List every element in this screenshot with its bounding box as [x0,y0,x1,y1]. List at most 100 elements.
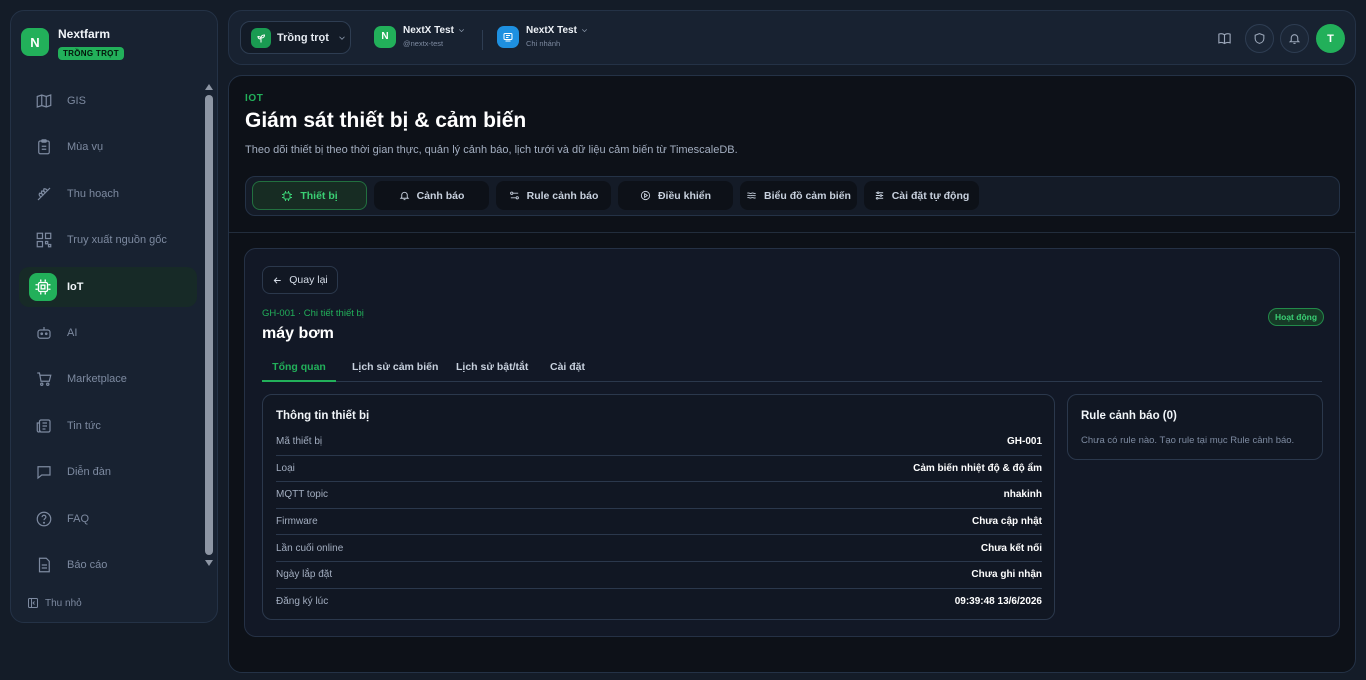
sidebar-item-tin-tuc[interactable]: Tin tức [19,406,197,446]
org-avatar: N [374,25,396,48]
cart-icon [37,372,52,387]
tab-cai-dat-tu-dong[interactable]: Cài đặt tự động [864,181,979,210]
sidebar-item-label: Mùa vụ [67,141,104,154]
qr-code-icon [36,232,52,248]
info-value: Chưa ghi nhận [971,569,1042,581]
topbar: Trồng trọt N NextX Test @nextx-test Next… [228,10,1356,65]
sidebar-item-label: Marketplace [67,373,127,386]
page-eyebrow: IOT [245,93,264,104]
scroll-thumb[interactable] [205,95,213,555]
info-label: Loại [276,462,295,474]
chip-icon [282,190,293,201]
book-icon [1218,33,1231,45]
user-avatar[interactable]: T [1316,24,1345,53]
info-row: Firmware Chưa cập nhật [276,509,1042,536]
page-description: Theo dõi thiết bị theo thời gian thực, q… [245,144,738,156]
tab-label: Cảnh báo [416,189,465,202]
info-label: Ngày lắp đặt [276,569,333,581]
info-value: Chưa kết nối [980,542,1042,554]
crop-type-label: Trồng trọt [277,31,329,44]
map-icon [36,94,52,108]
sidebar-item-label: Tin tức [67,419,101,432]
device-sub-tabs: Tổng quan Lịch sử cảm biến Lịch sử bật/t… [262,353,1322,382]
play-circle-icon [640,190,651,201]
subtab-cai-dat[interactable]: Cài đặt [550,361,585,382]
sidebar-item-thu-hoach[interactable]: Thu hoạch [19,174,197,214]
sidebar-nav: GIS Mùa vụ Thu hoạch Truy xuất nguồn gốc… [19,81,197,591]
tab-dieu-khien[interactable]: Điều khiển [618,181,733,210]
bell-icon [1288,34,1301,44]
sidebar-item-marketplace[interactable]: Marketplace [19,359,197,399]
scroll-up-arrow[interactable] [204,83,214,91]
card-title: Rule cảnh báo (0) [1081,410,1177,422]
wheat-icon [37,187,51,201]
empty-state-text: Chưa có rule nào. Tạo rule tại mục Rule … [1081,435,1295,446]
tab-label: Điều khiển [657,189,712,202]
branch-switcher[interactable]: NextX Test Chi nhánh [497,25,589,48]
sidebar-item-dien-dan[interactable]: Diễn đàn [19,452,197,492]
tab-label: Cài đặt tự động [891,189,970,202]
collapse-label: Thu nhỏ [45,597,82,609]
org-switcher[interactable]: N NextX Test @nextx-test [374,25,466,48]
status-badge: Hoạt động [1268,308,1325,326]
sidebar-item-ai[interactable]: AI [19,313,197,353]
info-value: Chưa cập nhật [971,516,1042,528]
collapse-sidebar-button[interactable]: Thu nhỏ [27,597,82,609]
rule-icon [509,191,519,200]
sidebar-item-faq[interactable]: FAQ [19,499,197,539]
brand-name: Nextfarm [58,27,111,41]
sidebar-item-label: Thu hoạch [67,187,119,200]
info-label: Đăng ký lúc [276,596,329,608]
org-handle: @nextx-test [403,39,444,48]
info-value: nhakinh [1003,489,1042,501]
sidebar-item-label: AI [67,326,78,339]
sidebar-item-label: IoT [67,280,84,293]
sidebar-item-gis[interactable]: GIS [19,81,197,121]
chevron-down-icon [581,29,587,33]
shield-icon [1254,33,1265,44]
tab-label: Rule cảnh báo [526,189,599,202]
sidebar-item-label: Truy xuất nguồn gốc [67,234,167,247]
tab-canh-bao[interactable]: Cảnh báo [374,181,489,210]
docs-button[interactable] [1210,24,1239,53]
branch-icon [503,32,513,41]
brand[interactable]: N Nextfarm TRỒNG TRỌT [21,27,124,61]
crop-type-select[interactable]: Trồng trọt [240,21,351,54]
brand-logo: N [21,28,49,56]
subtab-lich-su-cam-bien[interactable]: Lịch sử cảm biến [352,361,438,382]
tab-label: Biểu đồ cảm biến [764,189,851,202]
sidebar-item-truy-xuat[interactable]: Truy xuất nguồn gốc [19,220,197,260]
divider [482,30,483,50]
info-label: MQTT topic [276,489,329,501]
info-row: MQTT topic nhakinh [276,482,1042,509]
sidebar-item-mua-vu[interactable]: Mùa vụ [19,127,197,167]
sidebar-item-bao-cao[interactable]: Báo cáo [19,545,197,585]
sidebar-collapse-icon [28,598,38,608]
tab-thiet-bi[interactable]: Thiết bị [252,181,367,210]
brand-badge: TRỒNG TRỌT [58,47,124,60]
subtab-tong-quan[interactable]: Tổng quan [262,361,336,382]
notifications-button[interactable] [1280,24,1309,53]
tab-bieu-do[interactable]: Biểu đồ cảm biến [740,181,857,210]
chevron-down-icon [339,35,345,40]
sliders-icon [875,191,883,200]
chevron-down-icon [458,29,464,33]
info-label: Mã thiết bị [276,436,323,448]
sidebar-scrollbar[interactable] [204,83,214,591]
sidebar-item-iot[interactable]: IoT [19,266,197,307]
device-detail: Quay lại GH-001 · Chi tiết thiết bị máy … [244,248,1340,637]
divider [229,232,1355,233]
device-info-card: Thông tin thiết bị Mã thiết bị GH-001 Loạ… [262,394,1055,620]
scroll-down-arrow[interactable] [204,559,214,567]
alert-rules-card: Rule cảnh báo (0) Chưa có rule nào. Tạo … [1067,394,1323,460]
sidebar-item-label: GIS [67,95,86,107]
info-label: Lần cuối online [276,542,344,554]
chip-icon [35,279,51,295]
tab-rule-canh-bao[interactable]: Rule cảnh báo [496,181,611,210]
info-value: 09:39:48 13/6/2026 [954,596,1042,608]
bot-icon [37,326,51,339]
back-button[interactable]: Quay lại [262,266,338,294]
branch-name: NextX Test [526,25,577,36]
subtab-lich-su-bat-tat[interactable]: Lịch sử bật/tắt [456,361,528,382]
security-button[interactable] [1245,24,1274,53]
